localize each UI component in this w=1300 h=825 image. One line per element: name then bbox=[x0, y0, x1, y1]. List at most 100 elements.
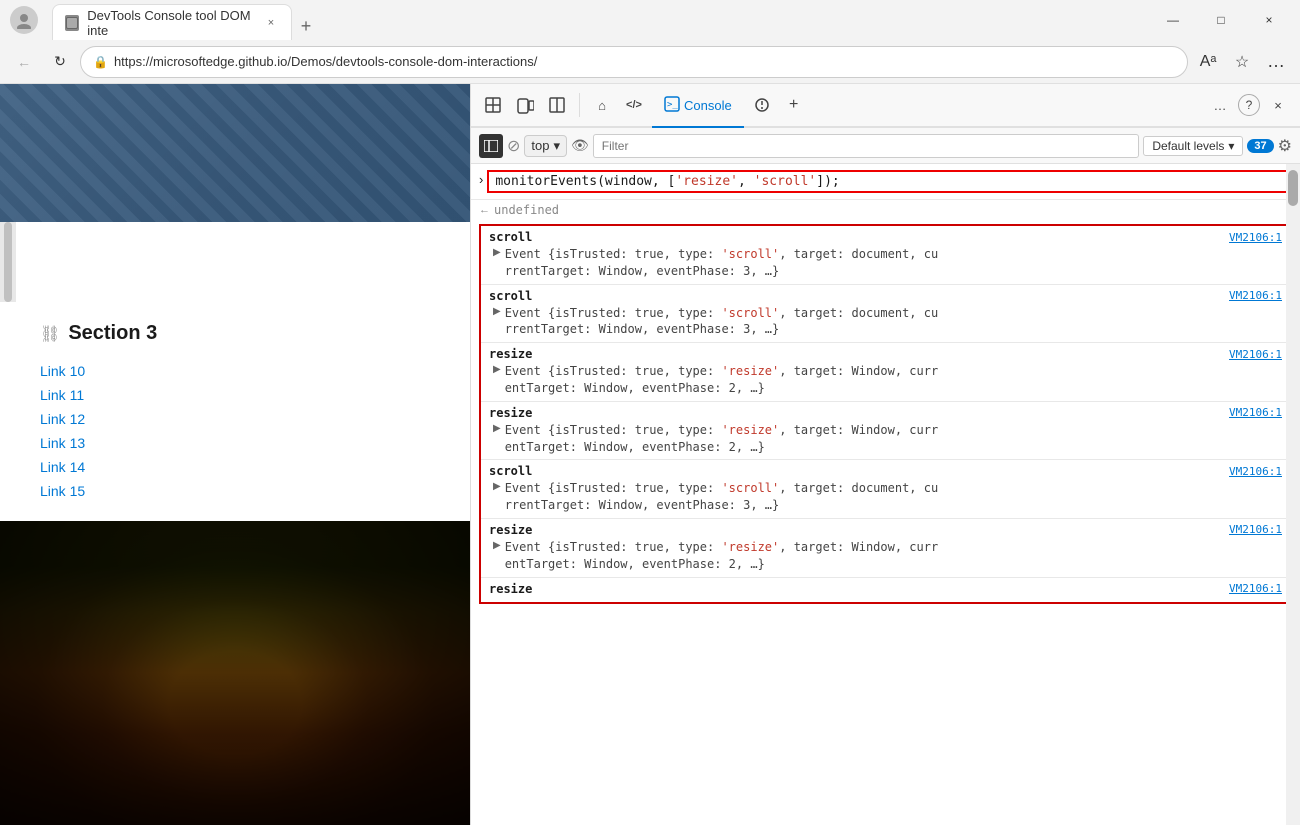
reload-button[interactable]: ↻ bbox=[44, 46, 76, 78]
event-source-7[interactable]: VM2106:1 bbox=[1229, 582, 1282, 595]
elements-button[interactable]: </> bbox=[620, 91, 648, 119]
address-bar[interactable]: 🔒 https://microsoftedge.github.io/Demos/… bbox=[80, 46, 1188, 78]
dock-button[interactable] bbox=[543, 91, 571, 119]
event-header-6: resize VM2106:1 bbox=[489, 523, 1282, 537]
back-button[interactable]: ← bbox=[8, 46, 40, 78]
live-expression-button[interactable]: 👁 bbox=[571, 137, 589, 154]
event-source-3[interactable]: VM2106:1 bbox=[1229, 348, 1282, 361]
console-code-input[interactable]: monitorEvents(window, ['resize', 'scroll… bbox=[487, 170, 1292, 193]
context-dropdown-arrow: ▾ bbox=[553, 138, 560, 154]
event-entry-resize-2: resize VM2106:1 ▶ Event {isTrusted: true… bbox=[481, 402, 1290, 461]
undefined-output-row: ← undefined bbox=[471, 200, 1300, 220]
read-aloud-button[interactable]: Aᵃ bbox=[1192, 46, 1224, 78]
event-header-3: resize VM2106:1 bbox=[489, 347, 1282, 361]
section-title: Section 3 bbox=[68, 322, 157, 345]
tab-bar: DevTools Console tool DOM inte × + bbox=[52, 0, 1146, 40]
clear-console-button[interactable]: ⊘ bbox=[507, 136, 520, 156]
nav-link-12[interactable]: Link 12 bbox=[40, 409, 430, 429]
event-obj-4: Event {isTrusted: true, type: 'resize', … bbox=[505, 422, 939, 456]
event-source-1[interactable]: VM2106:1 bbox=[1229, 231, 1282, 244]
tab-title: DevTools Console tool DOM inte bbox=[87, 8, 255, 38]
event-obj-1: Event {isTrusted: true, type: 'scroll', … bbox=[505, 246, 939, 280]
expand-arrow-2[interactable]: ▶ bbox=[493, 306, 501, 317]
navigation-bar: ← ↻ 🔒 https://microsoftedge.github.io/De… bbox=[0, 40, 1300, 84]
help-button[interactable]: ? bbox=[1238, 94, 1260, 116]
nav-link-13[interactable]: Link 13 bbox=[40, 433, 430, 453]
context-label: top bbox=[531, 138, 549, 153]
active-tab[interactable]: DevTools Console tool DOM inte × bbox=[52, 4, 292, 40]
event-header-5: scroll VM2106:1 bbox=[489, 464, 1282, 478]
inspect-element-button[interactable] bbox=[479, 91, 507, 119]
browser-window: DevTools Console tool DOM inte × + — □ ×… bbox=[0, 0, 1300, 825]
page-scrollbar[interactable] bbox=[0, 222, 16, 302]
event-source-4[interactable]: VM2106:1 bbox=[1229, 406, 1282, 419]
device-emulation-button[interactable] bbox=[511, 91, 539, 119]
nav-link-11[interactable]: Link 11 bbox=[40, 385, 430, 405]
nav-links: Link 10 Link 11 Link 12 Link 13 Link 14 … bbox=[40, 361, 430, 501]
event-obj-6: Event {isTrusted: true, type: 'resize', … bbox=[505, 539, 939, 573]
output-arrow: ← bbox=[479, 204, 490, 216]
event-obj-5: Event {isTrusted: true, type: 'scroll', … bbox=[505, 480, 939, 514]
section-header: ⛓ Section 3 bbox=[40, 322, 430, 345]
web-content: ⛓ Section 3 Link 10 Link 11 Link 12 Link… bbox=[0, 84, 470, 825]
more-button[interactable]: … bbox=[1260, 46, 1292, 78]
log-levels-button[interactable]: Default levels ▾ bbox=[1143, 136, 1243, 156]
expand-arrow-6[interactable]: ▶ bbox=[493, 540, 501, 551]
console-inner[interactable]: › monitorEvents(window, ['resize', 'scro… bbox=[471, 164, 1300, 825]
event-source-5[interactable]: VM2106:1 bbox=[1229, 465, 1282, 478]
console-tab-label: Console bbox=[684, 98, 732, 113]
event-detail-6: ▶ Event {isTrusted: true, type: 'resize'… bbox=[489, 539, 1282, 573]
expand-arrow-4[interactable]: ▶ bbox=[493, 423, 501, 434]
toolbar-separator-1 bbox=[579, 93, 580, 117]
tab-close-btn[interactable]: × bbox=[263, 14, 279, 32]
nav-link-14[interactable]: Link 14 bbox=[40, 457, 430, 477]
close-button[interactable]: × bbox=[1246, 4, 1292, 36]
event-type-4: resize bbox=[489, 406, 532, 420]
event-entry-scroll-1: scroll VM2106:1 ▶ Event {isTrusted: true… bbox=[481, 226, 1290, 285]
event-entry-resize-4: resize VM2106:1 bbox=[481, 578, 1290, 602]
deer-image-container bbox=[0, 521, 470, 825]
context-selector[interactable]: top ▾ bbox=[524, 135, 567, 157]
tab-favicon bbox=[65, 15, 79, 31]
event-source-2[interactable]: VM2106:1 bbox=[1229, 289, 1282, 302]
minimize-button[interactable]: — bbox=[1150, 4, 1196, 36]
top-image bbox=[0, 84, 470, 222]
event-type-1: scroll bbox=[489, 230, 532, 244]
new-tab-button[interactable]: + bbox=[292, 12, 320, 40]
console-settings-button[interactable]: ⚙ bbox=[1278, 136, 1292, 156]
console-scrollbar[interactable] bbox=[1286, 164, 1300, 825]
console-tab[interactable]: >_ Console bbox=[652, 84, 744, 128]
event-obj-2: Event {isTrusted: true, type: 'scroll', … bbox=[505, 305, 939, 339]
maximize-button[interactable]: □ bbox=[1198, 4, 1244, 36]
expand-arrow-1[interactable]: ▶ bbox=[493, 247, 501, 258]
nav-link-10[interactable]: Link 10 bbox=[40, 361, 430, 381]
console-scroll-thumb bbox=[1288, 170, 1298, 206]
event-type-2: scroll bbox=[489, 289, 532, 303]
nav-link-15[interactable]: Link 15 bbox=[40, 481, 430, 501]
more-tools-button[interactable]: … bbox=[1206, 91, 1234, 119]
profile-icon[interactable] bbox=[8, 4, 40, 36]
code-text: monitorEvents(window, ['resize', 'scroll… bbox=[495, 174, 839, 189]
event-type-5: scroll bbox=[489, 464, 532, 478]
filter-input[interactable] bbox=[593, 134, 1140, 158]
undefined-text: undefined bbox=[494, 203, 559, 217]
console-tab-icon: >_ bbox=[664, 96, 680, 115]
event-type-3: resize bbox=[489, 347, 532, 361]
deer-image bbox=[0, 521, 470, 825]
expand-arrow-5[interactable]: ▶ bbox=[493, 481, 501, 492]
expand-arrow-3[interactable]: ▶ bbox=[493, 364, 501, 375]
event-type-7: resize bbox=[489, 582, 532, 596]
sources-button[interactable] bbox=[748, 91, 776, 119]
event-entry-resize-1: resize VM2106:1 ▶ Event {isTrusted: true… bbox=[481, 343, 1290, 402]
console-sidebar-toggle[interactable] bbox=[479, 134, 503, 158]
favorites-button[interactable]: ☆ bbox=[1226, 46, 1258, 78]
window-controls: — □ × bbox=[1150, 4, 1292, 36]
add-panel-button[interactable]: + bbox=[780, 91, 808, 119]
event-detail-1: ▶ Event {isTrusted: true, type: 'scroll'… bbox=[489, 246, 1282, 280]
lock-icon: 🔒 bbox=[93, 55, 108, 69]
levels-arrow: ▾ bbox=[1228, 139, 1234, 153]
console-toolbar: ⊘ top ▾ 👁 Default levels ▾ 37 ⚙ bbox=[471, 128, 1300, 164]
event-source-6[interactable]: VM2106:1 bbox=[1229, 523, 1282, 536]
close-devtools-button[interactable]: × bbox=[1264, 91, 1292, 119]
home-button[interactable]: ⌂ bbox=[588, 91, 616, 119]
